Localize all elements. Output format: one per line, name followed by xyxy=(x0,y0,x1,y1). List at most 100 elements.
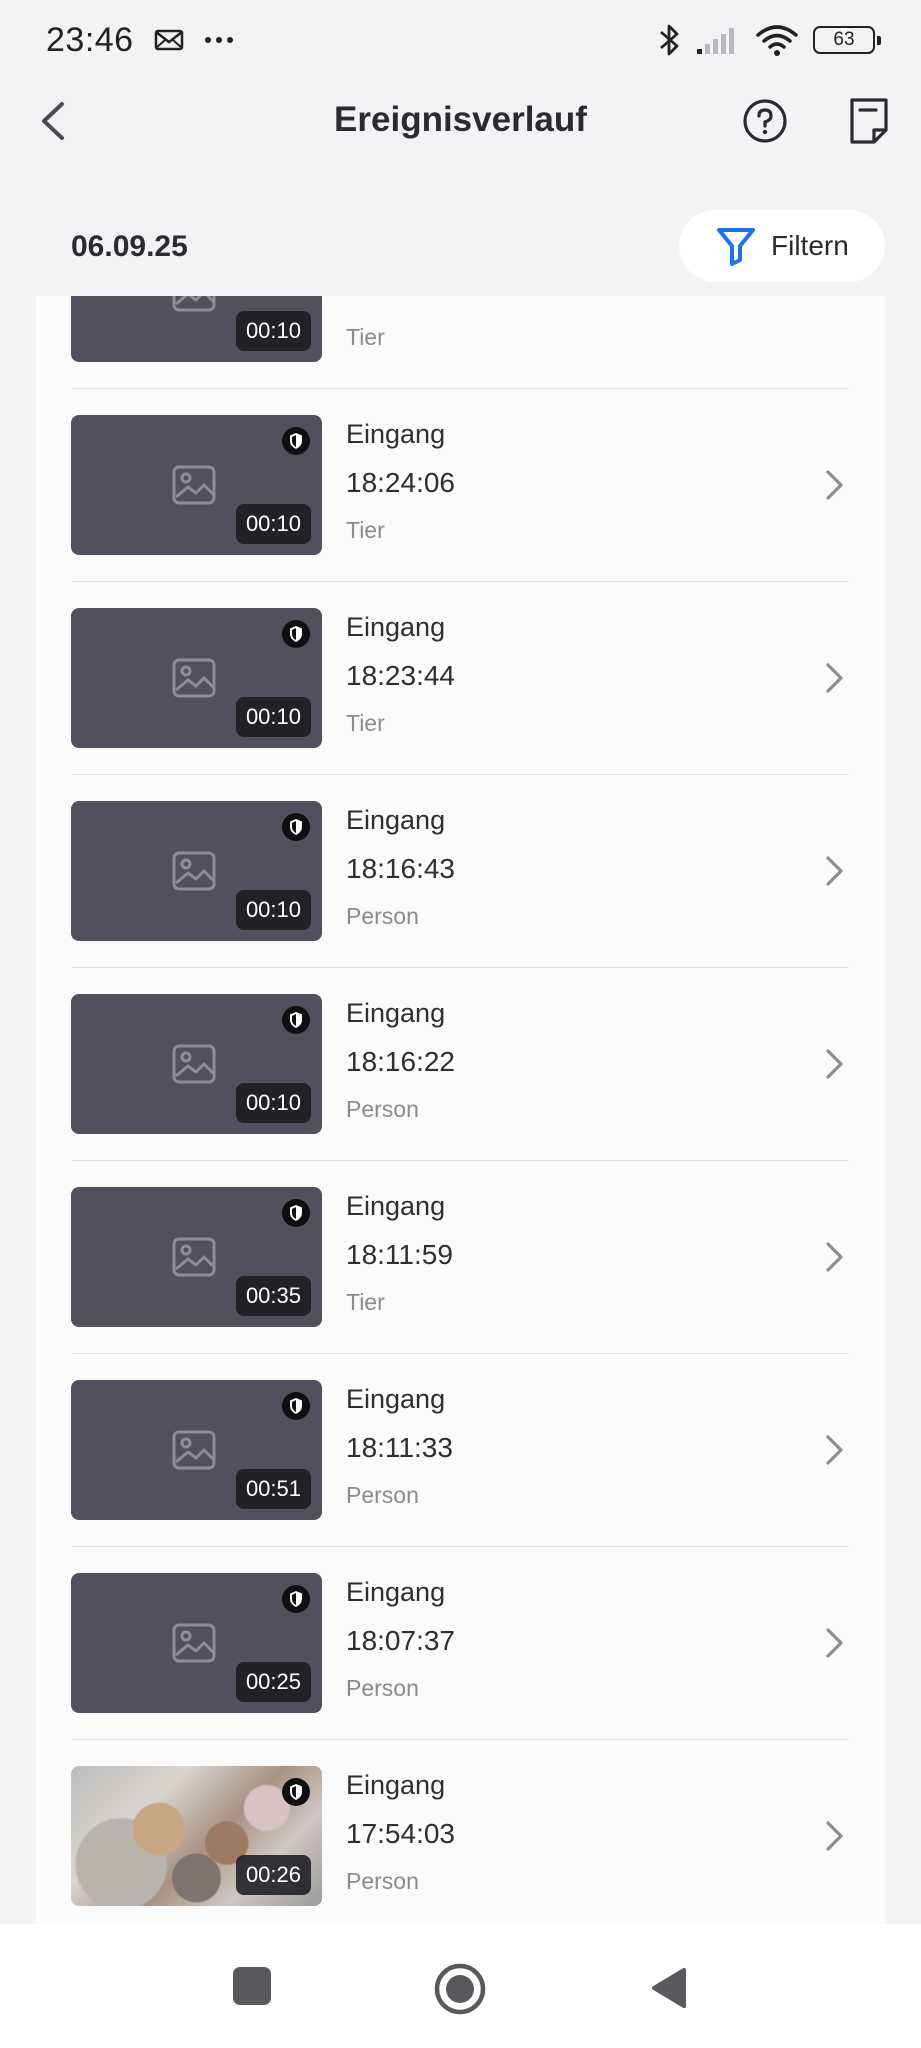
privacy-badge xyxy=(282,813,310,841)
event-thumbnail[interactable]: 00:35 xyxy=(71,1187,322,1327)
event-type: Tier xyxy=(346,710,385,736)
event-thumbnail[interactable]: 00:10 xyxy=(71,296,322,362)
image-placeholder-icon xyxy=(172,851,216,891)
event-row[interactable]: 00:10 Eingang 18:16:43 Person xyxy=(36,775,885,968)
event-row[interactable]: 00:26 Eingang 17:54:03 Person xyxy=(36,1740,885,1924)
privacy-badge xyxy=(282,1006,310,1034)
bluetooth-icon xyxy=(660,24,679,56)
clip-duration: 00:51 xyxy=(235,1469,311,1509)
event-row[interactable]: 00:35 Eingang 18:11:59 Tier xyxy=(36,1161,885,1354)
image-placeholder-icon xyxy=(172,658,216,698)
report-icon xyxy=(850,98,888,144)
event-type: Tier xyxy=(346,517,385,543)
clip-duration: 00:10 xyxy=(235,890,311,930)
help-button[interactable] xyxy=(741,97,789,145)
event-camera-name: Eingang xyxy=(346,998,446,1028)
shield-half-icon xyxy=(290,1398,302,1414)
event-time: 18:16:43 xyxy=(346,853,455,884)
chevron-right-icon xyxy=(826,663,843,693)
clip-duration: 00:25 xyxy=(235,1662,311,1702)
event-time: 18:24:06 xyxy=(346,467,455,498)
event-time: 18:11:33 xyxy=(346,1432,453,1463)
clip-duration: 00:35 xyxy=(235,1276,311,1316)
report-button[interactable] xyxy=(846,96,892,146)
more-dots-icon xyxy=(204,37,233,43)
privacy-badge xyxy=(282,427,310,455)
image-placeholder-icon xyxy=(172,465,216,505)
status-right-icons: 63 xyxy=(657,22,881,58)
help-circle-icon xyxy=(743,99,787,143)
filter-button[interactable]: Filtern xyxy=(679,210,885,282)
clip-duration: 00:10 xyxy=(235,311,311,351)
event-camera-name: Eingang xyxy=(346,419,446,449)
shield-half-icon xyxy=(290,626,302,642)
signal-icon xyxy=(697,28,734,54)
shield-half-icon xyxy=(290,1591,302,1607)
event-row[interactable]: 00:10 Eingang 18:16:22 Person xyxy=(36,968,885,1161)
mail-icon xyxy=(154,29,183,51)
status-left-icons xyxy=(154,28,234,52)
event-type: Person xyxy=(346,1868,419,1894)
event-thumbnail[interactable]: 00:10 xyxy=(71,608,322,748)
chevron-right-icon xyxy=(826,470,843,500)
back-triangle-icon xyxy=(652,1968,686,2008)
status-time: 23:46 xyxy=(46,20,134,59)
app-header: Ereignisverlauf xyxy=(0,80,921,162)
event-type: Person xyxy=(346,1482,419,1508)
event-row[interactable]: 00:51 Eingang 18:11:33 Person xyxy=(36,1354,885,1547)
shield-half-icon xyxy=(290,1012,302,1028)
event-camera-name: Eingang xyxy=(346,805,446,835)
event-row[interactable]: 00:25 Eingang 18:07:37 Person xyxy=(36,1547,885,1740)
image-placeholder-icon xyxy=(172,1044,216,1084)
privacy-badge xyxy=(282,1585,310,1613)
event-type: Tier xyxy=(346,1289,385,1315)
shield-half-icon xyxy=(290,433,302,449)
event-camera-name: Eingang xyxy=(346,1577,446,1607)
system-nav-bar xyxy=(0,1924,921,2048)
event-time: 18:16:22 xyxy=(346,1046,455,1077)
event-row[interactable]: 00:10 Eingang 18:23:44 Tier xyxy=(36,582,885,775)
event-row[interactable]: 00:10 Eingang 18:24:06 Tier xyxy=(36,389,885,582)
privacy-badge xyxy=(282,1392,310,1420)
event-time: 18:11:59 xyxy=(346,1239,453,1270)
home-button[interactable] xyxy=(433,1962,487,2016)
event-type: Person xyxy=(346,903,419,929)
chevron-right-icon xyxy=(826,1242,843,1272)
event-type: Person xyxy=(346,1096,419,1122)
clip-duration: 00:10 xyxy=(235,1083,311,1123)
chevron-right-icon xyxy=(826,1049,843,1079)
privacy-badge xyxy=(282,1778,310,1806)
event-time: 18:23:44 xyxy=(346,660,455,691)
event-row[interactable]: 00:10 Tier xyxy=(36,296,885,389)
clip-duration: 00:26 xyxy=(235,1855,311,1895)
image-placeholder-icon xyxy=(172,1623,216,1663)
recents-square-icon xyxy=(233,1967,271,2005)
chevron-right-icon xyxy=(826,1821,843,1851)
chevron-right-icon xyxy=(826,856,843,886)
date-label: 06.09.25 xyxy=(71,230,188,263)
filter-label: Filtern xyxy=(771,230,849,261)
event-type: Tier xyxy=(346,324,385,350)
battery-level: 63 xyxy=(833,29,855,50)
privacy-badge xyxy=(282,620,310,648)
image-placeholder-icon xyxy=(172,296,216,312)
chevron-right-icon xyxy=(826,1435,843,1465)
battery-indicator: 63 xyxy=(813,26,881,54)
event-thumbnail[interactable]: 00:10 xyxy=(71,801,322,941)
event-type: Person xyxy=(346,1675,419,1701)
shield-half-icon xyxy=(290,1205,302,1221)
recents-button[interactable] xyxy=(232,1966,272,2006)
filter-icon xyxy=(717,228,755,266)
event-time: 17:54:03 xyxy=(346,1818,455,1849)
event-list: 00:10 Tier 00:10 Eingang 18:24:06 Tier 00:10 Ei… xyxy=(36,296,885,1924)
back-nav-button[interactable] xyxy=(648,1966,688,2010)
event-camera-name: Eingang xyxy=(346,612,446,642)
event-time: 18:07:37 xyxy=(346,1625,455,1656)
event-thumbnail[interactable]: 00:51 xyxy=(71,1380,322,1520)
event-thumbnail[interactable]: 00:25 xyxy=(71,1573,322,1713)
shield-half-icon xyxy=(290,1784,302,1800)
wifi-icon xyxy=(756,25,798,56)
event-thumbnail[interactable]: 00:10 xyxy=(71,415,322,555)
event-thumbnail[interactable]: 00:10 xyxy=(71,994,322,1134)
event-thumbnail[interactable]: 00:26 xyxy=(71,1766,322,1906)
